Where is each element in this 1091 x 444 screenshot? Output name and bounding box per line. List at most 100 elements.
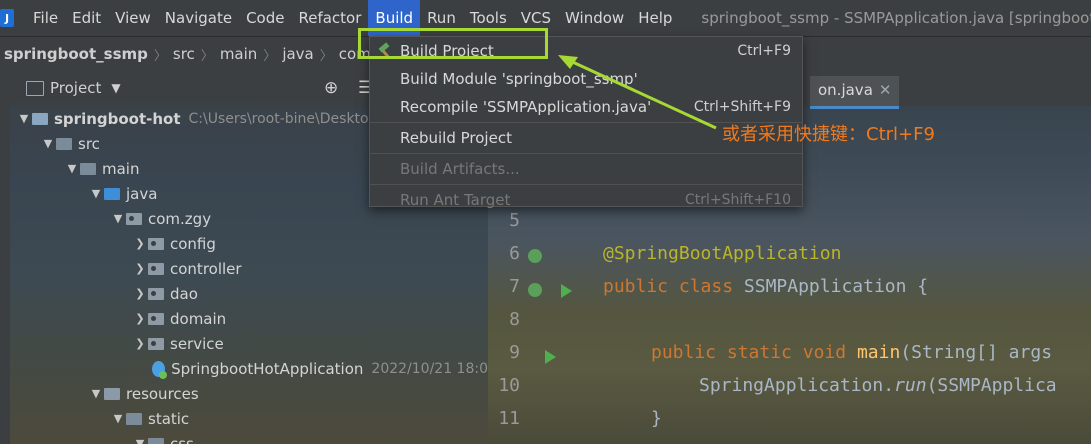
line-number: 7 [509,276,520,297]
package-icon [148,262,164,275]
code-line: 6 @SpringBootApplication [488,243,1091,276]
package-icon [148,287,164,300]
tree-label: static [148,409,190,428]
project-panel-title[interactable]: Project [50,79,101,97]
menu-item-label: Build Artifacts... [400,160,520,178]
tree-label: springboot-hot [54,109,181,128]
keyword: public [603,276,669,297]
menu-navigate[interactable]: Navigate [158,0,239,36]
chevron-right-icon[interactable]: ❯ [132,237,148,250]
source-folder-icon [104,187,120,200]
class-name: SpringApplication. [699,375,895,396]
menu-item-run-ant-target: Run Ant Target Ctrl+Shift+F10 [370,186,802,214]
spring-bean-icon[interactable] [528,249,542,263]
breadcrumb-item[interactable]: springboot_ssmp [0,45,152,63]
chevron-right-icon[interactable]: ❯ [132,337,148,350]
package-icon [126,212,142,225]
tree-row[interactable]: ❯ dao [10,281,488,306]
tree-detail: 2022/10/21 18:0 [371,360,488,377]
breadcrumb-item[interactable]: java [278,45,317,63]
tab-label: on.java [818,81,873,99]
menu-file[interactable]: File [26,0,65,36]
tree-row[interactable]: SpringbootHotApplication 2022/10/21 18:0 [10,356,488,381]
tree-row[interactable]: ▼ static [10,406,488,431]
tree-label: resources [126,384,199,403]
tree-label: domain [170,309,227,328]
chevron-down-icon[interactable]: ▼ [88,387,104,400]
chevron-down-icon[interactable]: ▼ [111,81,120,95]
intellij-icon: J [0,9,14,27]
menu-item-label: Recompile 'SSMPApplication.java' [400,98,652,116]
editor-tab[interactable]: on.java ✕ [810,76,900,109]
chevron-down-icon[interactable]: ▼ [132,437,148,444]
line-number: 10 [498,375,520,396]
folder-icon [148,437,164,444]
tree-row[interactable]: ❯ domain [10,306,488,331]
spring-bean-icon[interactable] [528,283,542,297]
chevron-down-icon[interactable]: ▼ [16,112,32,125]
line-number: 9 [509,342,520,363]
resources-folder-icon [104,387,120,400]
chevron-down-icon[interactable]: ▼ [64,162,80,175]
run-icon[interactable] [561,284,572,298]
menu-item-recompile[interactable]: Recompile 'SSMPApplication.java' Ctrl+Sh… [370,93,802,121]
menu-help[interactable]: Help [631,0,679,36]
main-menu: File Edit View Navigate Code Refactor Bu… [26,0,679,36]
menu-item-shortcut: Ctrl+Shift+F9 [693,99,791,115]
spring-class-icon [152,360,168,379]
project-view-icon [26,80,44,96]
tree-label: service [170,334,224,353]
tree-label: SpringbootHotApplication [171,359,364,378]
class-name: SSMPApplication [743,276,907,297]
menu-edit[interactable]: Edit [65,0,108,36]
run-icon[interactable] [545,350,556,364]
code-text: SpringApplication.run(SSMPApplica [699,375,1057,396]
tree-row[interactable]: ▼ resources [10,381,488,406]
chevron-down-icon[interactable]: ▼ [40,137,56,150]
chevron-down-icon[interactable]: ▼ [110,412,126,425]
tree-row[interactable]: ❯ controller [10,256,488,281]
keyword: void [802,342,847,363]
locate-icon[interactable]: ⊕ [324,78,338,98]
menu-window[interactable]: Window [558,0,631,36]
method-name: main [856,342,901,363]
tree-label: main [102,159,140,178]
chevron-down-icon[interactable]: ▼ [110,212,126,225]
chevron-right-icon[interactable]: ❯ [132,287,148,300]
menu-item-build-module[interactable]: Build Module 'springboot_ssmp' [370,65,802,93]
menu-separator [370,184,802,185]
menu-view[interactable]: View [108,0,158,36]
breadcrumb-item[interactable]: main [216,45,261,63]
tree-label: css [170,434,194,444]
keyword: public [651,342,717,363]
code-text: } [651,408,662,429]
menu-item-build-artifacts: Build Artifacts... [370,155,802,183]
menu-refactor[interactable]: Refactor [291,0,368,36]
breadcrumb-item[interactable]: src [169,45,199,63]
tree-row[interactable]: ❯ config [10,231,488,256]
chevron-right-icon: 〉 [153,48,167,64]
code-line: 11 } [488,408,1091,441]
chevron-down-icon[interactable]: ▼ [88,187,104,200]
menu-item-shortcut: Ctrl+F9 [737,43,791,59]
chevron-right-icon[interactable]: ❯ [132,262,148,275]
tree-label: dao [170,284,198,303]
chevron-right-icon[interactable]: ❯ [132,312,148,325]
menu-code[interactable]: Code [239,0,291,36]
folder-icon [80,162,96,175]
code-punct: { [906,276,929,297]
annotation-text: @SpringBootApplication [603,243,842,264]
keyword: class [678,276,734,297]
close-icon[interactable]: ✕ [879,81,892,99]
menu-item-shortcut: Ctrl+Shift+F10 [684,192,791,208]
tree-row[interactable]: ❯ service [10,331,488,356]
code-rest: (String[] args [900,342,1053,363]
code-line: 7 public class SSMPApplication { [488,276,1091,309]
code-text: public class SSMPApplication { [603,276,928,297]
highlight-box [358,28,548,59]
code-line: 10 SpringApplication.run(SSMPApplica [488,375,1091,408]
chevron-right-icon: 〉 [319,48,333,64]
method-call: run [894,375,927,396]
tree-row[interactable]: ▼ css [10,431,488,444]
code-line: 8 [488,309,1091,342]
